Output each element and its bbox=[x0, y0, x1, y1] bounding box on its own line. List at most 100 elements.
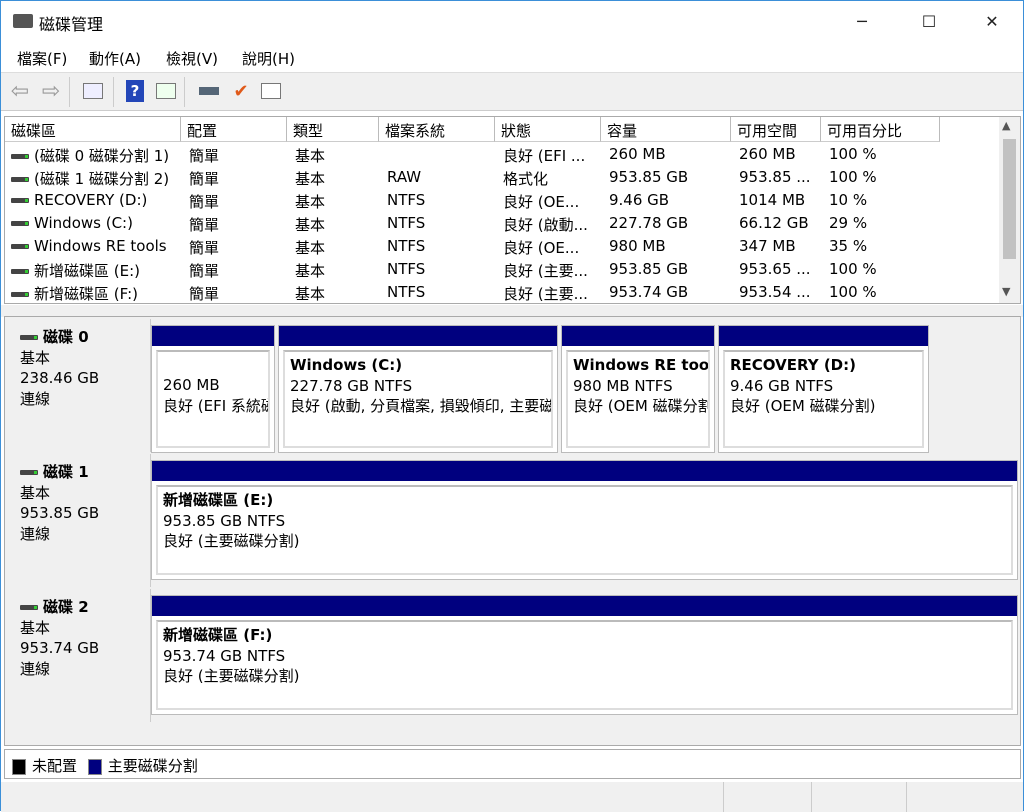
column-file-system-header[interactable]: 檔案系統 bbox=[379, 117, 495, 142]
column-file-system-cell: NTFS bbox=[383, 258, 495, 281]
table-row[interactable]: 新增磁碟區 (F:) 簡單 基本 NTFS 良好 (主要... 953.74 GB 953.… bbox=[5, 281, 997, 304]
cell-text: Windows (C:) bbox=[34, 214, 133, 232]
partition-block[interactable]: RECOVERY (D:) 9.46 GB NTFS 良好 (OEM 磁碟分割) bbox=[718, 325, 929, 453]
column-file-system-cell: RAW bbox=[383, 166, 495, 189]
cell-text: NTFS bbox=[387, 191, 426, 209]
column-capacity-cell: 9.46 GB bbox=[605, 189, 731, 212]
checklist-document-icon[interactable]: ✔ bbox=[229, 79, 253, 103]
show-hide-action-pane-icon[interactable] bbox=[154, 79, 178, 103]
partition-name: 新增磁碟區 (F:) bbox=[163, 626, 273, 644]
cell-text: 良好 (OE... bbox=[503, 239, 580, 257]
column-file-system-cell: NTFS bbox=[383, 281, 495, 304]
column-volume-header[interactable]: 磁碟區 bbox=[5, 117, 181, 142]
disk-2-label[interactable]: 磁碟 2 基本 953.74 GB 連線 bbox=[8, 589, 151, 722]
column-capacity-header[interactable]: 容量 bbox=[601, 117, 731, 142]
disk-name: 磁碟 1 bbox=[20, 462, 138, 483]
partition-block[interactable]: Windows (C:) 227.78 GB NTFS 良好 (啟動, 分頁檔案, … bbox=[278, 325, 558, 453]
disk-type: 基本 bbox=[20, 618, 51, 637]
connect-disk-icon[interactable] bbox=[197, 79, 221, 103]
partition-status: 良好 (EFI 系統磁碟分割) bbox=[163, 396, 268, 415]
cell-text: 35 % bbox=[829, 237, 868, 255]
cell-text: 基本 bbox=[295, 262, 326, 280]
disk-name: 磁碟 2 bbox=[20, 597, 138, 618]
scroll-up-icon[interactable]: ▲ bbox=[1002, 119, 1010, 132]
maximize-button[interactable]: ☐ bbox=[906, 1, 952, 41]
cell-text: 1014 MB bbox=[739, 191, 806, 209]
column-percent-free-header[interactable]: 可用百分比 bbox=[821, 117, 940, 142]
window-title: 磁碟管理 bbox=[39, 15, 104, 34]
partition-size: 260 MB bbox=[163, 376, 220, 394]
scrollbar-thumb[interactable] bbox=[1003, 139, 1016, 259]
disk-name: 磁碟 0 bbox=[20, 327, 138, 348]
disk-0-label[interactable]: 磁碟 0 基本 238.46 GB 連線 bbox=[8, 319, 151, 452]
partition-block[interactable]: 260 MB 良好 (EFI 系統磁碟分割) bbox=[151, 325, 275, 453]
help-icon[interactable]: ? bbox=[123, 79, 147, 103]
status-bar bbox=[1, 782, 1023, 812]
unallocated-swatch bbox=[12, 758, 26, 775]
column-layout-header[interactable]: 配置 bbox=[181, 117, 287, 142]
vertical-scrollbar[interactable]: ▲ ▼ bbox=[999, 117, 1020, 303]
column-status-cell: 良好 (OE... bbox=[499, 235, 601, 258]
disk-type: 基本 bbox=[20, 483, 51, 502]
menu-help[interactable]: 說明(H) bbox=[242, 48, 295, 69]
table-row[interactable]: Windows (C:) 簡單 基本 NTFS 良好 (啟動... 227.78 GB 66… bbox=[5, 212, 997, 235]
cell-text: 953.85 GB bbox=[609, 168, 689, 186]
table-row[interactable]: (磁碟 1 磁碟分割 2) 簡單 基本 RAW 格式化 953.85 GB 953.85 .… bbox=[5, 166, 997, 189]
column-type-header[interactable]: 類型 bbox=[287, 117, 379, 142]
table-row[interactable]: (磁碟 0 磁碟分割 1) 簡單 基本 良好 (EFI ... 260 MB 260 MB… bbox=[5, 143, 997, 166]
column-free-space-header[interactable]: 可用空間 bbox=[731, 117, 821, 142]
cell-text: NTFS bbox=[387, 283, 426, 301]
partition-details: 260 MB 良好 (EFI 系統磁碟分割) bbox=[156, 350, 270, 448]
cell-text: 66.12 GB bbox=[739, 214, 809, 232]
disk-status: 連線 bbox=[20, 524, 51, 543]
partition-block[interactable]: Windows RE tools 980 MB NTFS 良好 (OEM 磁碟分割) bbox=[561, 325, 715, 453]
partition-name: RECOVERY (D:) bbox=[730, 356, 856, 374]
partition-details: 新增磁碟區 (E:) 953.85 GB NTFS 良好 (主要磁碟分割) bbox=[156, 485, 1013, 575]
table-row[interactable]: RECOVERY (D:) 簡單 基本 NTFS 良好 (OE... 9.46 GB 101… bbox=[5, 189, 997, 212]
column-status-cell: 良好 (EFI ... bbox=[499, 143, 601, 166]
cell-text: 953.74 GB bbox=[609, 283, 689, 301]
column-type-cell: 基本 bbox=[291, 258, 379, 281]
partition-block[interactable]: 新增磁碟區 (E:) 953.85 GB NTFS 良好 (主要磁碟分割) bbox=[151, 460, 1018, 580]
disk-1-label[interactable]: 磁碟 1 基本 953.85 GB 連線 bbox=[8, 454, 151, 587]
minimize-button[interactable]: ─ bbox=[839, 1, 885, 41]
disk-drive-icon bbox=[20, 470, 38, 475]
cell-text: 良好 (啟動... bbox=[503, 216, 588, 234]
back-arrow-icon[interactable]: ⇦ bbox=[8, 79, 32, 104]
legend: 未配置 主要磁碟分割 bbox=[4, 749, 1021, 779]
cell-text: 100 % bbox=[829, 168, 877, 186]
disk-name-text: 磁碟 2 bbox=[43, 598, 89, 616]
cell-text: 基本 bbox=[295, 285, 326, 303]
cell-text: 29 % bbox=[829, 214, 868, 232]
partition-status: 良好 (OEM 磁碟分割) bbox=[573, 397, 710, 415]
disk-size: 953.85 GB bbox=[20, 504, 100, 522]
column-volume-cell: Windows RE tools bbox=[7, 235, 179, 258]
cell-text: 260 MB bbox=[609, 145, 666, 163]
column-capacity-cell: 953.74 GB bbox=[605, 281, 731, 304]
partition-block[interactable]: 新增磁碟區 (F:) 953.74 GB NTFS 良好 (主要磁碟分割) bbox=[151, 595, 1018, 715]
forward-arrow-icon[interactable]: ⇨ bbox=[39, 79, 63, 104]
scroll-down-icon[interactable]: ▼ bbox=[1002, 285, 1010, 298]
menu-view[interactable]: 檢視(V) bbox=[166, 48, 218, 69]
menu-file[interactable]: 檔案(F) bbox=[17, 48, 67, 69]
column-status-cell: 良好 (OE... bbox=[499, 189, 601, 212]
menu-action[interactable]: 動作(A) bbox=[89, 48, 141, 69]
cell-text: 良好 (OE... bbox=[503, 193, 580, 211]
partition-name: 新增磁碟區 (E:) bbox=[163, 491, 274, 509]
partition-status: 良好 (OEM 磁碟分割) bbox=[730, 397, 876, 415]
table-row[interactable]: Windows RE tools 簡單 基本 NTFS 良好 (OE... 980 MB 3… bbox=[5, 235, 997, 258]
cell-text: 基本 bbox=[295, 170, 326, 188]
disk-name-text: 磁碟 0 bbox=[43, 328, 89, 346]
column-status-header[interactable]: 狀態 bbox=[495, 117, 601, 142]
properties-icon[interactable] bbox=[259, 79, 283, 103]
column-free-space-cell: 953.85 ... bbox=[735, 166, 821, 189]
disk-size: 238.46 GB bbox=[20, 369, 100, 387]
table-row[interactable]: 新增磁碟區 (E:) 簡單 基本 NTFS 良好 (主要... 953.85 GB 953.… bbox=[5, 258, 997, 281]
column-percent-free-cell: 100 % bbox=[825, 143, 940, 166]
cell-text: 227.78 GB bbox=[609, 214, 689, 232]
close-button[interactable]: ✕ bbox=[969, 1, 1015, 41]
column-free-space-cell: 953.65 ... bbox=[735, 258, 821, 281]
column-layout-cell: 簡單 bbox=[185, 281, 287, 304]
show-hide-console-tree-icon[interactable] bbox=[81, 79, 105, 103]
primary-partition-bar bbox=[152, 596, 1017, 616]
